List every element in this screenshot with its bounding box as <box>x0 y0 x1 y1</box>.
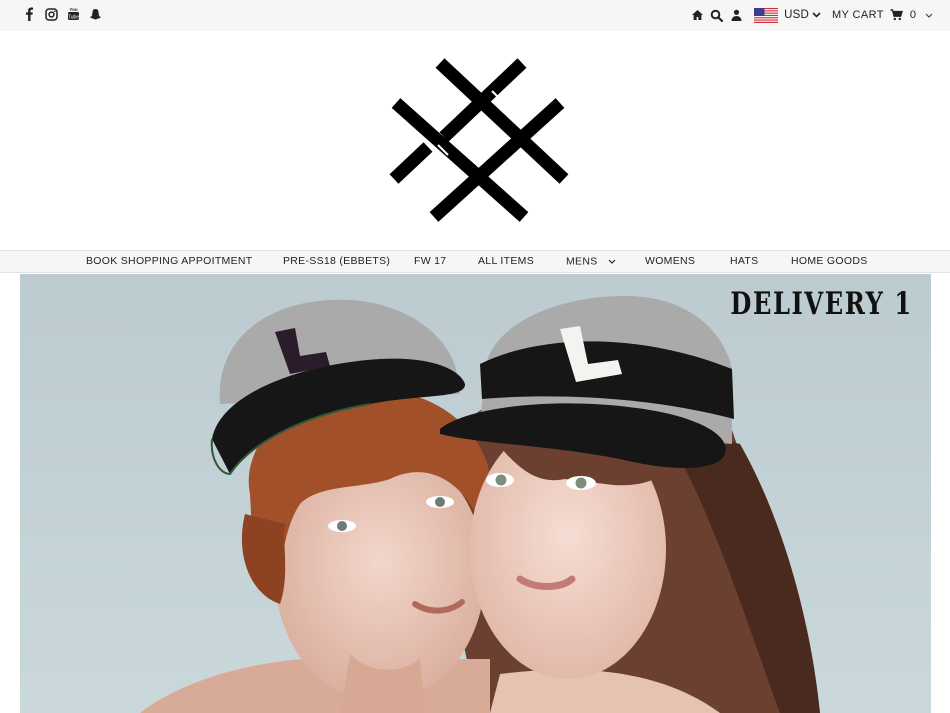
snapchat-icon[interactable] <box>84 6 106 22</box>
nav-item-mens-label: MENS <box>566 255 598 268</box>
utility-nav: USD MY CART 0 <box>688 5 934 25</box>
nav-item-pre-ss18[interactable]: PRE-SS18 (EBBETS) <box>283 251 390 272</box>
my-cart-link[interactable]: MY CART <box>832 9 884 21</box>
facebook-icon[interactable] <box>18 6 40 22</box>
logo-area <box>0 31 950 250</box>
instagram-icon[interactable] <box>40 6 62 22</box>
nav-item-fw17[interactable]: FW 17 <box>414 251 446 272</box>
home-icon[interactable] <box>688 7 706 23</box>
search-icon[interactable] <box>706 7 726 23</box>
cart-count: 0 <box>909 9 916 21</box>
chevron-down-icon <box>608 251 616 272</box>
main-nav: BOOK SHOPPING APPOITMENT PRE-SS18 (EBBET… <box>0 250 950 273</box>
nav-item-hats[interactable]: HATS <box>730 251 758 272</box>
account-icon[interactable] <box>726 7 746 23</box>
nav-item-womens[interactable]: WOMENS <box>645 251 695 272</box>
nav-item-all-items[interactable]: ALL ITEMS <box>478 251 534 272</box>
social-links: Tube You <box>18 6 106 22</box>
hero-banner[interactable]: DELIVERY 1 <box>20 274 931 713</box>
currency-selector[interactable]: USD <box>784 9 809 21</box>
nav-item-home-goods[interactable]: HOME GOODS <box>791 251 868 272</box>
us-flag-icon[interactable] <box>754 7 779 23</box>
hero-photo <box>20 274 931 713</box>
hero-caption: DELIVERY 1 <box>730 286 913 322</box>
youtube-icon[interactable]: Tube You <box>62 6 84 22</box>
top-utility-bar: Tube You USD MY CART 0 <box>0 0 950 31</box>
crossed-bars-logo[interactable] <box>388 57 572 223</box>
cart-icon[interactable] <box>890 7 904 23</box>
nav-item-mens[interactable]: MENS <box>566 251 616 272</box>
cart-dropdown-chevron-icon[interactable] <box>924 7 934 23</box>
svg-text:You: You <box>69 7 77 12</box>
chevron-down-icon[interactable] <box>812 7 822 23</box>
svg-text:Tube: Tube <box>67 14 78 20</box>
nav-item-book-shopping-appointment[interactable]: BOOK SHOPPING APPOITMENT <box>86 251 252 272</box>
